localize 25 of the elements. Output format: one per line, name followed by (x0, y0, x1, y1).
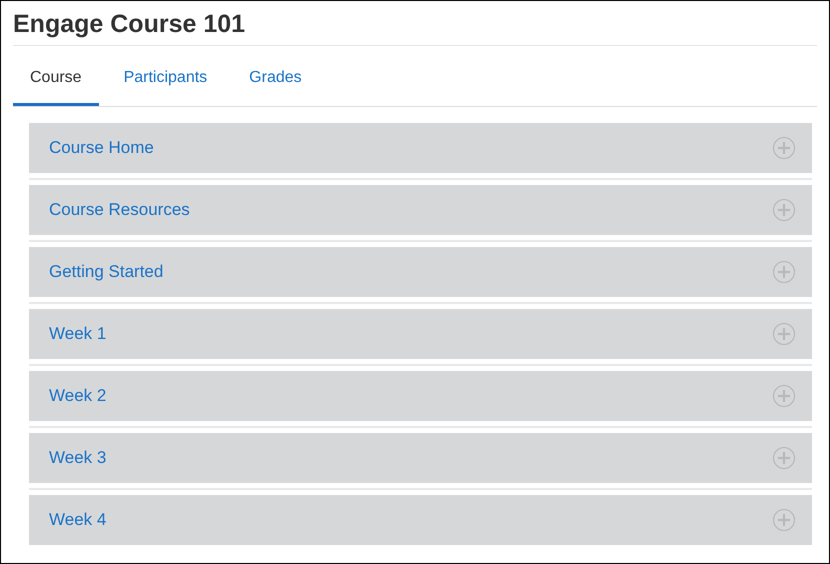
section-header[interactable]: Week 2 (29, 371, 812, 421)
section-link[interactable]: Course Resources (49, 200, 190, 220)
expand-icon[interactable] (772, 322, 796, 346)
section-link[interactable]: Week 3 (49, 448, 106, 468)
tab[interactable]: Grades (232, 52, 319, 106)
course-title: Engage Course 101 (13, 1, 817, 46)
section-link[interactable]: Week 4 (49, 510, 106, 530)
section-header[interactable]: Course Resources (29, 185, 812, 235)
expand-icon[interactable] (772, 136, 796, 160)
expand-icon[interactable] (772, 446, 796, 470)
expand-icon[interactable] (772, 198, 796, 222)
expand-icon[interactable] (772, 384, 796, 408)
tab[interactable]: Participants (106, 52, 224, 106)
section-link[interactable]: Getting Started (49, 262, 164, 282)
section-header[interactable]: Week 3 (29, 433, 812, 483)
expand-icon[interactable] (772, 508, 796, 532)
section-link[interactable]: Week 1 (49, 324, 106, 344)
tab[interactable]: Course (13, 52, 99, 106)
section-header[interactable]: Week 4 (29, 495, 812, 545)
expand-icon[interactable] (772, 260, 796, 284)
section-header[interactable]: Week 1 (29, 309, 812, 359)
section-header[interactable]: Course Home (29, 123, 812, 173)
section-header[interactable]: Getting Started (29, 247, 812, 297)
section-link[interactable]: Week 2 (49, 386, 106, 406)
section-link[interactable]: Course Home (49, 138, 154, 158)
